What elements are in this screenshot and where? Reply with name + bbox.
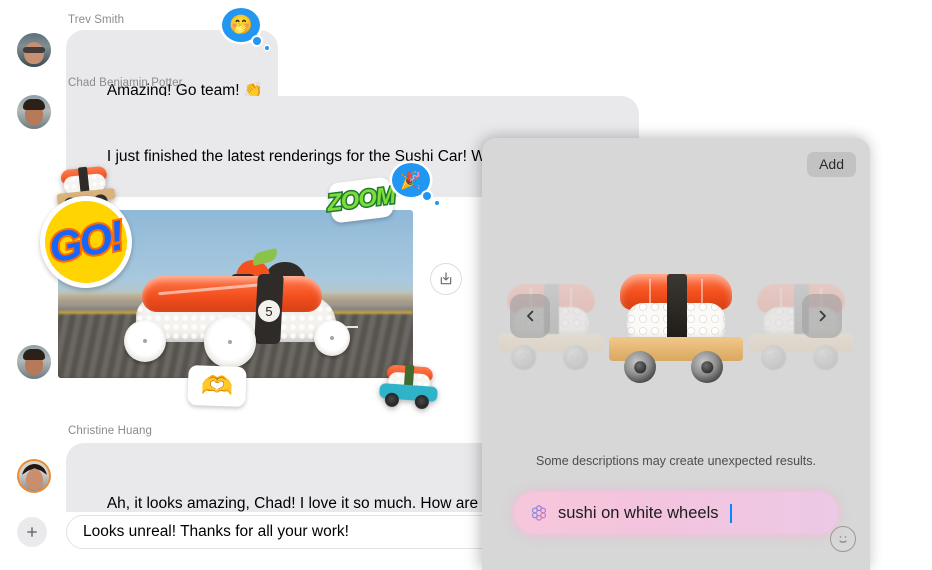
avatar-chad-benjamin-potter[interactable] (17, 95, 51, 129)
car-number: 5 (258, 300, 280, 322)
avatar-image (17, 95, 51, 129)
car-wheel (314, 320, 350, 356)
sushi-car-illustration: 5 (118, 248, 358, 368)
message-input-value: Looks unreal! Thanks for all your work! (83, 523, 349, 540)
message-christine-huang: Christine Huang (68, 425, 152, 437)
sticker-heart-hands[interactable]: 🫶 (187, 365, 247, 407)
save-glyph (440, 272, 452, 285)
concept-image (742, 262, 860, 372)
window-right-margin (870, 0, 932, 570)
concept-card-current[interactable] (600, 246, 752, 386)
chevron-left-icon[interactable] (510, 294, 550, 338)
avatar-christine-huang[interactable] (17, 459, 51, 493)
concept-image (600, 246, 752, 386)
text-caret (729, 503, 732, 523)
car-wheel (124, 320, 166, 362)
sticker-zoom[interactable]: ZOOM (324, 176, 398, 224)
sticker-sushi-car-bottom[interactable] (374, 360, 443, 410)
avatar-image (17, 33, 51, 67)
message-chad-benjamin-potter: Chad Benjamin Potter (68, 77, 183, 89)
chevron-left-glyph (526, 310, 533, 322)
tapback-emoji: 🤭 (229, 14, 253, 36)
avatar-chad-benjamin-potter-attachment[interactable] (17, 345, 51, 379)
prompt-input[interactable]: sushi on white wheels (514, 492, 838, 534)
plus-glyph (27, 527, 37, 537)
tapback-dot-large (423, 192, 431, 200)
prompt-input-value: sushi on white wheels (558, 503, 719, 522)
add-button[interactable]: Add (807, 152, 856, 177)
sticker-zoom-label: ZOOM (324, 180, 398, 218)
tapback-dot-small (435, 201, 439, 205)
avatar-image (17, 345, 51, 379)
concept-carousel (482, 246, 870, 386)
sticker-heart-hands-emoji: 🫶 (200, 370, 234, 402)
tapback-reaction[interactable]: 🤭 (222, 8, 269, 50)
smiley-face-icon[interactable] (830, 526, 856, 552)
tapback-dot-small (265, 46, 269, 50)
message-trev-smith: Trev Smith (68, 14, 124, 26)
concept-card-next[interactable] (742, 262, 860, 372)
smiley-glyph (839, 536, 847, 543)
sender-name: Christine Huang (68, 425, 152, 437)
playground-hint-text: Some descriptions may create unexpected … (536, 454, 816, 468)
avatar-trev-smith[interactable] (17, 33, 51, 67)
avatar-image-inner (19, 461, 49, 491)
sticker-go-label: GO! (43, 209, 128, 273)
tapback-emoji: 🎉 (400, 170, 422, 190)
tapback-reaction-photo[interactable]: 🎉 (392, 163, 439, 205)
image-playground-panel: Add Some descriptions may create unexpec… (482, 138, 870, 570)
chevron-right-icon[interactable] (802, 294, 842, 338)
tapback-dot-large (253, 37, 261, 45)
apple-intelligence-icon (531, 505, 547, 521)
plus-icon[interactable] (17, 517, 47, 547)
save-download-icon[interactable] (430, 263, 462, 295)
sender-name: Trev Smith (68, 14, 125, 26)
sticker-art (374, 360, 443, 410)
car-salmon-top (142, 276, 322, 312)
car-wheel (204, 316, 256, 368)
avatar-image (19, 461, 49, 491)
sender-name: Chad Benjamin Potter (68, 77, 183, 89)
messages-window: Trev Smith Amazing! Go team! 👏 🤭 Chad Be… (0, 0, 932, 570)
chevron-right-glyph (819, 310, 826, 322)
